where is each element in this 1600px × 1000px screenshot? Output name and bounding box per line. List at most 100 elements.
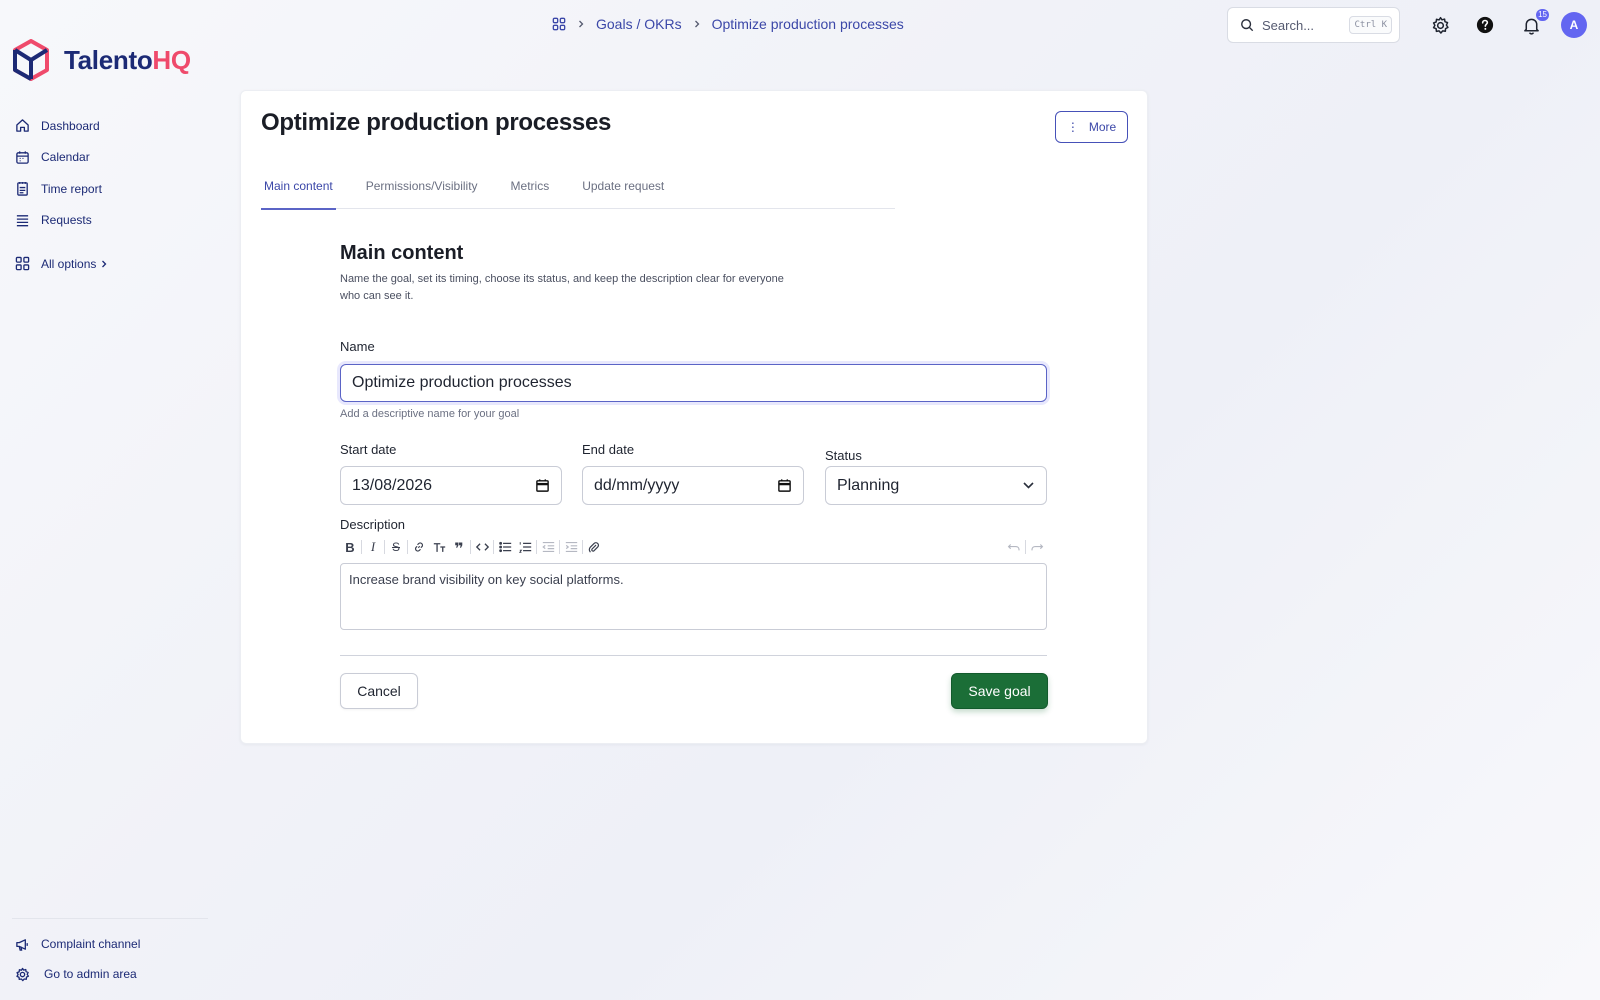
avatar[interactable]: A [1561, 12, 1587, 38]
indent-icon [565, 541, 578, 553]
cube-logo-icon [12, 39, 50, 81]
grid-icon [15, 256, 32, 271]
italic-icon: I [370, 539, 376, 554]
outdent-button[interactable] [538, 537, 558, 557]
strikethrough-icon: S [391, 540, 400, 554]
search-icon [1240, 18, 1254, 32]
section-title: Main content [340, 242, 464, 264]
status-label: Status [825, 448, 862, 463]
settings-icon [1431, 16, 1450, 35]
breadcrumb: Goals / OKRs Optimize production process… [552, 16, 904, 32]
name-hint: Add a descriptive name for your goal [340, 408, 520, 420]
end-date-value: dd/mm/yyyy [594, 476, 680, 494]
sidebar-item-complaint-channel[interactable]: Complaint channel [15, 929, 140, 959]
editor-toolbar: B I S ❞ [340, 536, 1047, 558]
numbered-list-icon [518, 541, 532, 553]
chevron-right-icon [577, 16, 585, 32]
bold-button[interactable]: B [340, 537, 360, 557]
list-icon [15, 213, 32, 228]
code-button[interactable] [472, 537, 492, 557]
tab-permissions-visibility[interactable]: Permissions/Visibility [363, 163, 481, 209]
notification-badge: 15 [1536, 9, 1549, 21]
form-divider [340, 655, 1047, 656]
more-vertical-icon: ⋮ [1066, 120, 1079, 134]
sidebar-item-requests[interactable]: Requests [15, 205, 117, 237]
name-field[interactable]: Optimize production processes [340, 364, 1047, 402]
link-icon [413, 541, 425, 553]
cancel-button[interactable]: Cancel [340, 673, 418, 709]
goal-card: Optimize production processes ⋮ More Mai… [240, 90, 1148, 744]
status-select[interactable]: Planning [825, 466, 1047, 505]
sidebar-item-label: All options [41, 256, 97, 271]
sidebar-item-all-options[interactable]: All options [15, 248, 117, 280]
quote-button[interactable]: ❞ [449, 537, 469, 557]
undo-button[interactable] [1004, 537, 1024, 557]
sidebar-item-time-report[interactable]: Time report [15, 173, 117, 205]
section-description: Name the goal, set its timing, choose it… [340, 273, 784, 302]
help-button[interactable] [1475, 15, 1495, 35]
breadcrumb-current: Optimize production processes [711, 16, 904, 32]
start-date-value: 13/08/2026 [352, 476, 433, 494]
sidebar-nav: Dashboard Calendar Time report Requests … [15, 110, 117, 280]
settings-button[interactable] [1430, 15, 1450, 35]
gear-icon [15, 967, 32, 982]
tab-update-request[interactable]: Update request [579, 163, 667, 209]
save-goal-button[interactable]: Save goal [951, 673, 1048, 709]
search-shortcut: Ctrl K [1349, 16, 1392, 34]
redo-button[interactable] [1027, 537, 1047, 557]
chevron-down-icon [1022, 481, 1035, 490]
redo-icon [1030, 542, 1044, 552]
numbered-list-button[interactable] [515, 537, 535, 557]
tabs: Main content Permissions/Visibility Metr… [261, 163, 895, 210]
sidebar-bottom-nav: Complaint channel Go to admin area [15, 929, 140, 989]
description-editor[interactable]: Increase brand visibility on key social … [340, 563, 1047, 630]
sidebar-item-label: Calendar [41, 150, 90, 165]
report-icon [15, 181, 32, 196]
megaphone-icon [15, 937, 32, 952]
end-date-label: End date [582, 442, 635, 457]
sidebar-item-label: Go to admin area [44, 967, 137, 981]
heading-button[interactable] [429, 537, 449, 557]
name-label: Name [340, 339, 375, 354]
chevron-right-icon [693, 16, 701, 32]
italic-button[interactable]: I [363, 537, 383, 557]
more-label: More [1088, 120, 1117, 134]
start-date-label: Start date [340, 442, 397, 457]
bullet-list-icon [498, 541, 512, 553]
calendar-icon [15, 150, 32, 165]
sidebar-item-dashboard[interactable]: Dashboard [15, 110, 117, 142]
quote-icon: ❞ [454, 540, 464, 558]
page-title: Optimize production processes [261, 109, 612, 136]
tab-main-content[interactable]: Main content [261, 163, 336, 210]
more-button[interactable]: ⋮ More [1055, 111, 1128, 143]
name-value: Optimize production processes [352, 374, 572, 391]
end-date-field[interactable]: dd/mm/yyyy [582, 466, 804, 505]
strikethrough-button[interactable]: S [386, 537, 406, 557]
calendar-icon[interactable] [535, 478, 550, 493]
notifications-button[interactable]: 15 [1521, 9, 1549, 35]
calendar-icon[interactable] [777, 478, 792, 493]
description-label: Description [340, 517, 406, 532]
sidebar-item-calendar[interactable]: Calendar [15, 142, 117, 174]
sidebar-item-label: Dashboard [41, 118, 100, 133]
sidebar-item-label: Time report [41, 181, 102, 196]
search-input[interactable]: Search... Ctrl K [1227, 7, 1400, 43]
bold-icon: B [345, 539, 355, 555]
sidebar: TalentoHQ Dashboard Calendar Time report… [0, 0, 210, 1000]
chevron-right-icon [100, 259, 108, 269]
tab-metrics[interactable]: Metrics [508, 163, 553, 209]
logo[interactable]: TalentoHQ [12, 39, 191, 81]
brand-name: TalentoHQ [64, 44, 191, 75]
status-value: Planning [837, 476, 900, 494]
sidebar-divider [12, 918, 208, 919]
outdent-icon [541, 541, 555, 553]
help-icon [1476, 16, 1494, 34]
sidebar-item-admin-area[interactable]: Go to admin area [15, 959, 140, 989]
apps-icon[interactable] [552, 17, 566, 31]
start-date-field[interactable]: 13/08/2026 [340, 466, 562, 505]
indent-button[interactable] [561, 537, 581, 557]
attach-button[interactable] [584, 537, 604, 557]
link-button[interactable] [409, 537, 429, 557]
bullet-list-button[interactable] [495, 537, 515, 557]
breadcrumb-goals[interactable]: Goals / OKRs [596, 16, 682, 32]
